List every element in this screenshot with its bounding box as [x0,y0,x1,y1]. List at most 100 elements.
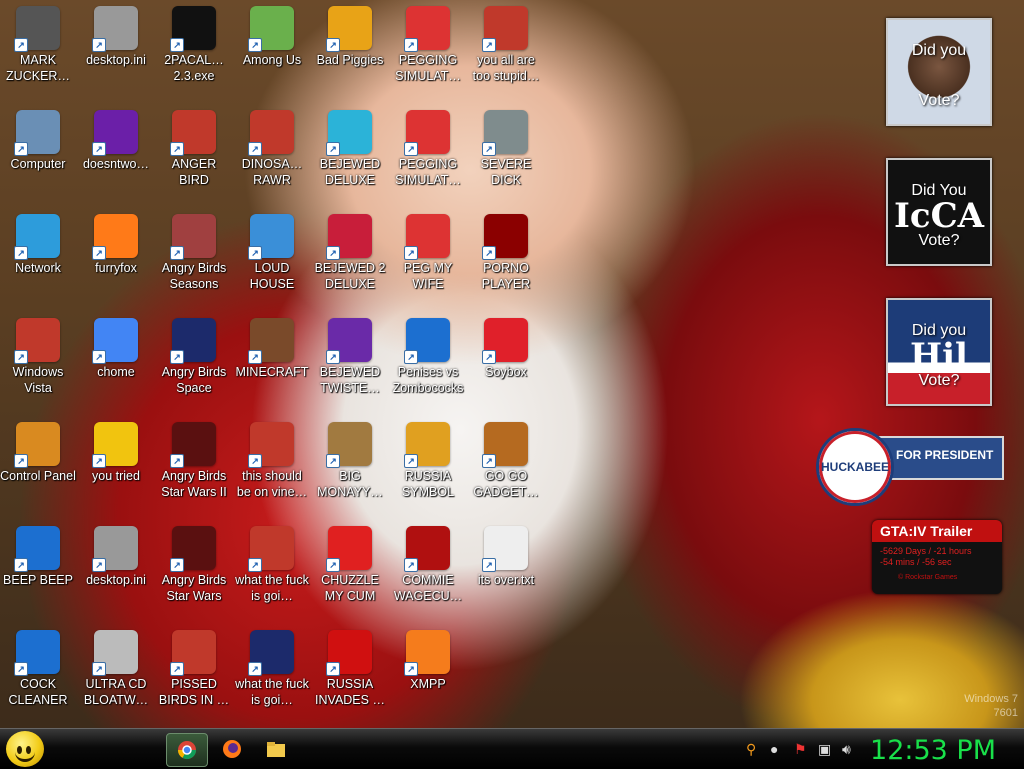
gta-footer: © Rockstar Games [898,574,958,581]
desktop-icon[interactable]: ↗ LOUD HOUSE [232,208,312,308]
desktop-icon[interactable]: ↗ what the fuck is goi… [232,624,312,724]
angry-birds-space-icon: ↗ [170,318,216,364]
desktop-icon[interactable]: ↗ DINOSA… RAWR [232,104,312,204]
minecraft-icon: ↗ [248,318,294,364]
soybox-icon: ↗ [482,318,528,364]
desktop-icon[interactable]: ↗ Angry Birds Star Wars [154,520,234,620]
start-button[interactable] [6,731,44,767]
desktop-icon[interactable]: ↗ its over.txt [466,520,546,620]
desktop-icon-label: desktop.ini [86,53,146,67]
desktop-icon-label: CHUZZLE MY CUM [321,573,379,603]
desktop-icon[interactable]: ↗ COMMIE WAGECU… [388,520,468,620]
desktop-icon[interactable]: ↗ BIG MONAYY… [310,416,390,516]
shortcut-arrow-icon: ↗ [404,350,418,364]
desktop-icon[interactable]: ↗ Windows Vista [0,312,78,412]
desktop-icon[interactable]: ↗ what the fuck is goi… [232,520,312,620]
desktop-icon[interactable]: ↗ furryfox [76,208,156,308]
shortcut-arrow-icon: ↗ [14,662,28,676]
desktop-icon[interactable]: ↗ BEEP BEEP [0,520,78,620]
desktop-icon[interactable]: ↗ RUSSIA SYMBOL [388,416,468,516]
desktop-icon[interactable]: ↗ this should be on vine… [232,416,312,516]
desktop-icon[interactable]: ↗ Soybox [466,312,546,412]
desktop-icon[interactable]: ↗ PORNO PLAYER [466,208,546,308]
shortcut-arrow-icon: ↗ [404,558,418,572]
shortcut-arrow-icon: ↗ [482,350,496,364]
desktop-icon[interactable]: ↗ BEJEWED TWISTE… [310,312,390,412]
desktop-icon[interactable]: ↗ SEVERE DICK [466,104,546,204]
angry-birds-space-icon: ↗ [248,630,294,676]
network-icon[interactable]: ▣ [818,741,831,758]
desktop-icon[interactable]: ↗ doesntwo… [76,104,156,204]
gta-countdown-gadget[interactable]: GTA:IV Trailer -5629 Days / -21 hours -5… [872,520,1002,594]
flag-icon[interactable]: ⚑ [794,741,807,758]
desktop-icon[interactable]: ↗ COCK CLEANER [0,624,78,724]
desktop-icon[interactable]: ↗ RUSSIA INVADES … [310,624,390,724]
desktop-icon[interactable]: ↗ PEG MY WIFE [388,208,468,308]
shortcut-arrow-icon: ↗ [326,38,340,52]
desktop-icon[interactable]: ↗ BEJEWED DELUXE [310,104,390,204]
vote-gadget-2[interactable]: Did You IcCA Vote? [886,158,992,266]
blue-book-icon: ↗ [404,318,450,364]
desktop-icon[interactable]: ↗ Bad Piggies [310,0,390,100]
desktop-icon[interactable]: ↗ you tried [76,416,156,516]
desktop-icon[interactable]: ↗ Angry Birds Seasons [154,208,234,308]
desktop-icon[interactable]: ↗ desktop.ini [76,520,156,620]
desktop-icon[interactable]: ↗ 2PACAL… 2.3.exe [154,0,234,100]
desktop-icon[interactable]: ↗ Angry Birds Space [154,312,234,412]
taskbar-folder-button[interactable] [256,733,296,765]
desktop-icon[interactable]: ↗ GO GO GADGET… [466,416,546,516]
desktop-icon[interactable]: ↗ chome [76,312,156,412]
desktop-icon[interactable]: ↗ Control Panel [0,416,78,516]
bad-piggies-icon: ↗ [326,6,372,52]
among-us-icon: ↗ [248,6,294,52]
desktop-icon-label: SEVERE DICK [480,157,532,187]
watermark-line-2: 7601 [993,707,1018,719]
desktop-icon[interactable]: ↗ desktop.ini [76,0,156,100]
huckabee-gadget[interactable]: HUCKABEE FOR PRESIDENT [816,428,1004,506]
angry-birds-icon: ↗ [248,526,294,572]
shortcut-arrow-icon: ↗ [170,142,184,156]
loud-house-icon: ↗ [248,214,294,260]
desktop-icon[interactable]: ↗ XMPP [388,624,468,724]
desktop-icon[interactable]: ↗ CHUZZLE MY CUM [310,520,390,620]
angry-birds-icon: ↗ [170,110,216,156]
huckabee-text: FOR PRESIDENT [896,448,994,462]
desktop-icon[interactable]: ↗ PEGGING SIMULAT… [388,0,468,100]
firefox-icon: ↗ [92,214,138,260]
shortcut-arrow-icon: ↗ [248,142,262,156]
flash-player-icon: ↗ [482,214,528,260]
desktop-icon[interactable]: ↗ MARK ZUCKER… [0,0,78,100]
vote-gadget-3[interactable]: Did you Hil Vote? [886,298,992,406]
desktop-icon[interactable]: ↗ Among Us [232,0,312,100]
search-icon[interactable]: ⚲ [746,741,756,758]
desktop-icon[interactable]: ↗ Penises vs Zombococks [388,312,468,412]
desktop-icon-label: BIG MONAYY… [317,469,383,499]
shortcut-arrow-icon: ↗ [92,38,106,52]
desktop-icon[interactable]: ↗ ULTRA CD BLOATW… [76,624,156,724]
taskbar-clock[interactable]: 12:53 PM [870,735,996,766]
messenger-icon[interactable]: ● [770,741,778,757]
sd-gear-icon: ↗ [482,110,528,156]
shortcut-arrow-icon: ↗ [404,246,418,260]
volume-icon[interactable]: 🔊︎ [842,741,851,758]
taskbar-firefox-button[interactable] [212,733,252,765]
desktop-icon[interactable]: ↗ Network [0,208,78,308]
chrome-icon [178,741,196,760]
desktop-icon[interactable]: ↗ PISSED BIRDS IN … [154,624,234,724]
russia-symbol-icon: ↗ [404,422,450,468]
vote-gadget-2-bottom: Vote? [918,232,960,249]
control-panel-icon: ↗ [14,422,60,468]
desktop-icon[interactable]: ↗ ANGER BIRD [154,104,234,204]
vote-gadget-1[interactable]: Did you Vote? [886,18,992,126]
desktop-icon[interactable]: ↗ Computer [0,104,78,204]
desktop-icon[interactable]: ↗ BEJEWED 2 DELUXE [310,208,390,308]
desktop-icon[interactable]: ↗ MINECRAFT [232,312,312,412]
taskbar-chrome-button[interactable] [166,733,208,767]
desktop-icon-label: desktop.ini [86,573,146,587]
shortcut-arrow-icon: ↗ [14,558,28,572]
desktop-icon[interactable]: ↗ you all are too stupid… [466,0,546,100]
desktop-icon[interactable]: ↗ Angry Birds Star Wars II [154,416,234,516]
desktop-icon-label: you all are too stupid… [472,53,540,83]
computer-icon: ↗ [14,110,60,156]
desktop-icon[interactable]: ↗ PEGGING SIMULAT… [388,104,468,204]
